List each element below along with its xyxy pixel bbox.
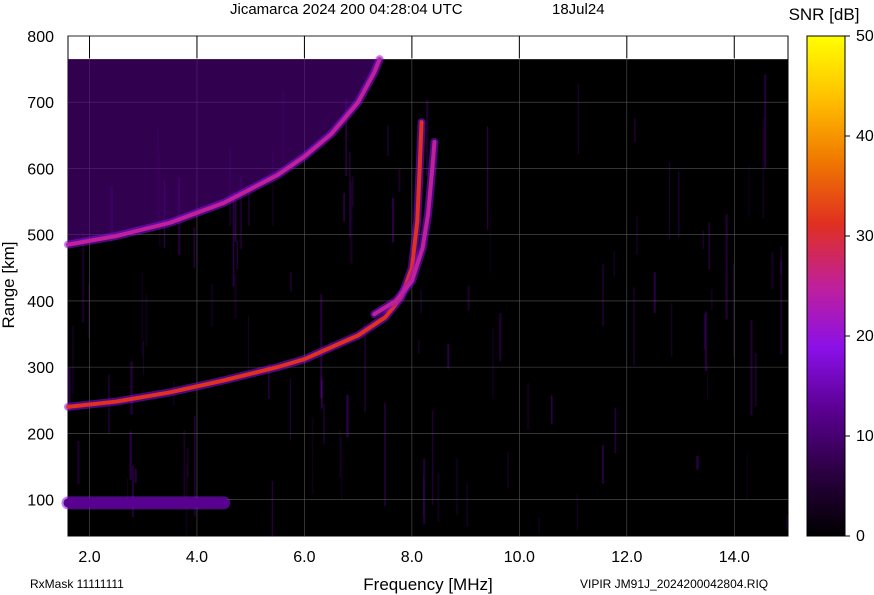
rx-mask-label: RxMask 11111111 bbox=[30, 577, 124, 591]
y-tick-label: 400 bbox=[27, 294, 54, 311]
x-tick-label: 12.0 bbox=[611, 549, 642, 566]
x-tick-label: 6.0 bbox=[293, 549, 315, 566]
y-tick-label: 200 bbox=[27, 426, 54, 443]
colorbar bbox=[806, 35, 846, 537]
colorbar-ticks: 0 10 20 30 40 50 bbox=[845, 28, 874, 545]
x-tick-label: 14.0 bbox=[719, 549, 750, 566]
x-axis-label: Frequency [MHz] bbox=[363, 575, 492, 594]
colorbar-label: SNR [dB] bbox=[789, 5, 860, 24]
ionogram-figure: Jicamarca 2024 200 04:28:04 UTC 18Jul24 … bbox=[0, 1, 874, 594]
colorbar-tick-label: 30 bbox=[856, 228, 874, 245]
y-tick-label: 700 bbox=[27, 95, 54, 112]
x-tick-label: 8.0 bbox=[401, 549, 423, 566]
y-tick-label: 600 bbox=[27, 161, 54, 178]
x-tick-label: 2.0 bbox=[78, 549, 100, 566]
colorbar-tick-label: 10 bbox=[856, 428, 874, 445]
y-tick-label: 800 bbox=[27, 29, 54, 46]
y-tick-label: 500 bbox=[27, 228, 54, 245]
colorbar-tick-label: 40 bbox=[856, 128, 874, 145]
x-tick-label: 4.0 bbox=[186, 549, 208, 566]
x-tick-label: 10.0 bbox=[504, 549, 535, 566]
chart-date: 18Jul24 bbox=[552, 1, 605, 18]
colorbar-tick-label: 50 bbox=[856, 28, 874, 45]
y-axis-label: Range [km] bbox=[0, 242, 18, 329]
colorbar-tick-label: 20 bbox=[856, 328, 874, 345]
chart-title: Jicamarca 2024 200 04:28:04 UTC bbox=[230, 1, 463, 18]
y-tick-label: 100 bbox=[27, 493, 54, 510]
file-name-label: VIPIR JM91J_2024200042804.RIQ bbox=[580, 577, 768, 591]
colorbar-tick-label: 0 bbox=[856, 528, 865, 545]
y-tick-label: 300 bbox=[27, 360, 54, 377]
